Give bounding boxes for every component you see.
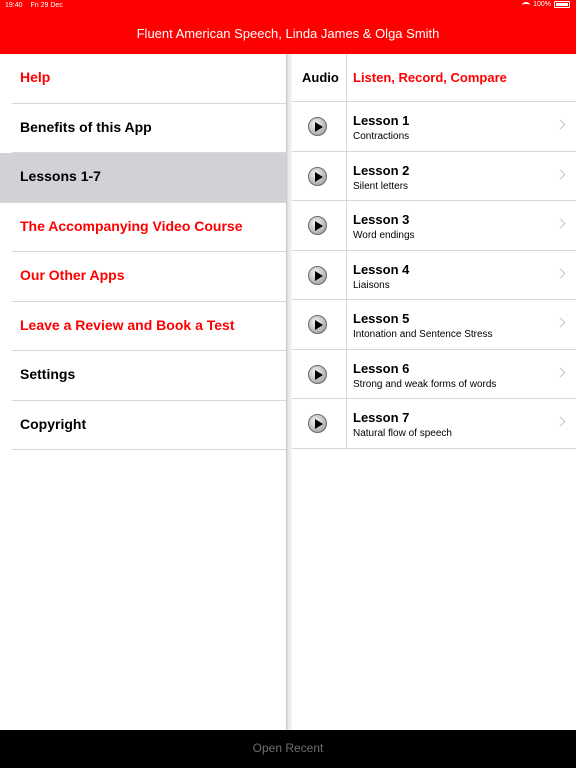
lesson-title: Lesson 1 <box>353 113 410 128</box>
menu-item-settings[interactable]: Settings <box>12 351 288 401</box>
menu-item-label: Copyright <box>20 415 87 432</box>
wifi-icon <box>522 1 531 8</box>
menu-item-copyright[interactable]: Copyright <box>12 401 288 450</box>
lesson-subtitle: Silent letters <box>353 180 409 192</box>
menu-item-other-apps[interactable]: Our Other Apps <box>12 252 288 302</box>
menu-item-label: Help <box>20 69 51 85</box>
lessons-panel: Audio Listen, Record, Compare Lesson 1 C… <box>292 54 576 730</box>
lesson-row-1[interactable]: Lesson 1 Contractions <box>292 102 576 152</box>
chevron-right-icon <box>555 416 566 427</box>
menu-item-help[interactable]: Help <box>12 54 288 104</box>
menu-item-label: Settings <box>20 366 76 382</box>
menu-item-label: Lessons 1-7 <box>20 168 101 184</box>
section-header: Listen, Record, Compare <box>353 70 507 85</box>
menu-item-label: The Accompanying Video Course <box>20 217 243 234</box>
lesson-title: Lesson 7 <box>353 410 410 425</box>
menu-item-review-test[interactable]: Leave a Review and Book a Test <box>12 302 288 351</box>
page-title: Fluent American Speech, Linda James & Ol… <box>136 26 440 41</box>
sidebar-menu: Help Benefits of this App Lessons 1-7 Th… <box>0 54 288 730</box>
lesson-title: Lesson 5 <box>353 311 410 326</box>
lesson-subtitle: Intonation and Sentence Stress <box>353 329 493 340</box>
audio-column-header: Audio <box>302 70 339 85</box>
chevron-right-icon <box>555 367 566 377</box>
menu-item-benefits[interactable]: Benefits of this App <box>12 104 288 153</box>
menu-item-label: Benefits of this App <box>20 118 152 135</box>
lesson-subtitle: Natural flow of speech <box>353 428 452 439</box>
menu-item-video-course[interactable]: The Accompanying Video Course <box>12 203 288 252</box>
menu-item-label: Leave a Review and Book a Test <box>20 316 235 333</box>
menu-item-lessons[interactable]: Lessons 1-7 <box>0 153 288 203</box>
chevron-right-icon <box>555 317 566 328</box>
chevron-right-icon <box>555 169 566 179</box>
lessons-header: Audio Listen, Record, Compare <box>292 54 576 102</box>
status-date: Fri 29 Dec <box>30 2 63 9</box>
chevron-right-icon <box>555 268 566 278</box>
chevron-right-icon <box>555 119 566 130</box>
lesson-title: Lesson 2 <box>353 162 410 178</box>
battery-percent: 100% <box>533 1 551 8</box>
lesson-row-2[interactable]: Lesson 2 Silent letters <box>292 152 576 201</box>
status-bar: 19:40 Fri 29 Dec 100% <box>0 0 576 12</box>
lesson-row-6[interactable]: Lesson 6 Strong and weak forms of words <box>292 350 576 399</box>
play-icon[interactable] <box>308 364 327 384</box>
open-recent-button[interactable]: Open Recent <box>0 741 576 755</box>
play-icon[interactable] <box>308 265 327 285</box>
play-icon[interactable] <box>308 216 327 235</box>
app-header: 19:40 Fri 29 Dec 100% Fluent American Sp… <box>0 0 576 54</box>
lesson-row-5[interactable]: Lesson 5 Intonation and Sentence Stress <box>292 300 576 350</box>
battery-icon <box>554 1 570 8</box>
play-icon[interactable] <box>308 166 327 186</box>
lesson-title: Lesson 3 <box>353 212 410 227</box>
status-time: 19:40 <box>5 2 23 9</box>
lesson-subtitle: Strong and weak forms of words <box>353 378 497 390</box>
play-icon[interactable] <box>308 414 327 433</box>
lesson-row-7[interactable]: Lesson 7 Natural flow of speech <box>292 399 576 449</box>
lesson-row-3[interactable]: Lesson 3 Word endings <box>292 201 576 251</box>
chevron-right-icon <box>555 218 566 229</box>
lesson-subtitle: Liaisons <box>353 279 390 291</box>
lesson-title: Lesson 6 <box>353 360 410 376</box>
lesson-row-4[interactable]: Lesson 4 Liaisons <box>292 251 576 300</box>
lesson-title: Lesson 4 <box>353 261 410 277</box>
bottom-bar: Open Recent <box>0 730 576 768</box>
play-icon[interactable] <box>308 315 327 334</box>
lesson-subtitle: Contractions <box>353 131 410 142</box>
menu-item-label: Our Other Apps <box>20 267 125 283</box>
lesson-subtitle: Word endings <box>353 230 415 241</box>
play-icon[interactable] <box>308 117 327 136</box>
